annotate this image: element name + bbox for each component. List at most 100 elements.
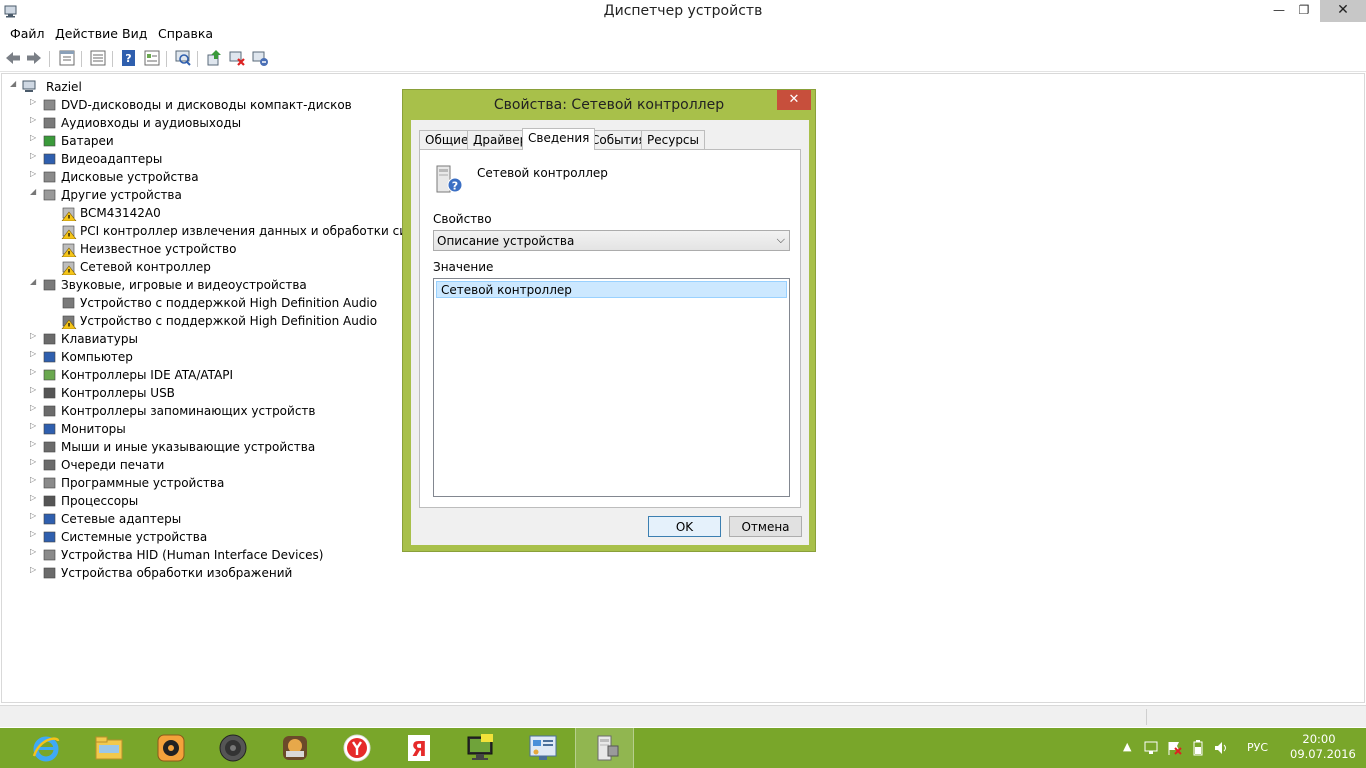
expand-arrow-icon[interactable]: ▷ xyxy=(30,475,40,484)
language-indicator[interactable]: РУС xyxy=(1247,741,1268,754)
tree-item-label: Контроллеры USB xyxy=(61,386,175,400)
window-title: Диспетчер устройств xyxy=(603,3,763,19)
collapse-arrow-icon[interactable]: ◢ xyxy=(10,79,20,88)
expand-arrow-icon[interactable]: ▷ xyxy=(30,133,40,142)
tree-item-label: Контроллеры IDE ATA/ATAPI xyxy=(61,368,234,382)
dialog-body: Общие Драйвер Сведения События Ресурсы ?… xyxy=(411,120,809,545)
dialog-close-button[interactable]: ✕ xyxy=(777,90,811,110)
expand-arrow-icon[interactable]: ▷ xyxy=(30,547,40,556)
media-player-icon xyxy=(157,734,185,762)
collapse-arrow-icon[interactable]: ◢ xyxy=(30,277,40,286)
expand-arrow-icon[interactable]: ▷ xyxy=(30,349,40,358)
computer-icon xyxy=(22,80,36,92)
value-list[interactable]: Сетевой контроллер xyxy=(433,278,790,497)
expand-arrow-icon[interactable]: ▷ xyxy=(30,529,40,538)
printer-icon xyxy=(43,459,56,471)
taskbar-monitor-app[interactable] xyxy=(451,728,510,768)
expand-arrow-icon[interactable]: ▷ xyxy=(30,97,40,106)
forward-icon[interactable] xyxy=(25,49,43,67)
taskbar-yandex[interactable]: Я xyxy=(389,728,448,768)
computer-icon xyxy=(43,351,56,363)
mouse-icon xyxy=(43,441,56,453)
expand-arrow-icon[interactable]: ▷ xyxy=(30,151,40,160)
show-hide-icon[interactable] xyxy=(89,49,107,67)
collapse-arrow-icon[interactable]: ◢ xyxy=(30,187,40,196)
device-manager-icon xyxy=(597,735,619,761)
tab-resources[interactable]: Ресурсы xyxy=(641,130,706,149)
back-icon[interactable] xyxy=(4,49,22,67)
svg-text:?: ? xyxy=(125,52,131,65)
warning-speaker-icon xyxy=(61,315,77,329)
menu-view[interactable]: Вид xyxy=(122,26,147,41)
expand-arrow-icon[interactable]: ▷ xyxy=(30,421,40,430)
taskbar-control-panel[interactable] xyxy=(513,728,572,768)
expand-arrow-icon[interactable]: ▷ xyxy=(30,115,40,124)
tree-item-label: Другие устройства xyxy=(61,188,182,202)
hid-icon xyxy=(43,549,56,561)
system-device-icon xyxy=(43,531,56,543)
speaker-icon xyxy=(62,297,75,309)
tree-item-label: DVD-дисководы и дисководы компакт-дисков xyxy=(61,98,352,112)
flag-tray-icon[interactable] xyxy=(1166,740,1182,756)
list-item[interactable]: Сетевой контроллер xyxy=(436,281,787,298)
tree-item-label: Аудиовходы и аудиовыходы xyxy=(61,116,242,130)
monitor-icon xyxy=(43,423,56,435)
ok-button[interactable]: OK xyxy=(648,516,721,537)
menu-help[interactable]: Справка xyxy=(158,26,213,41)
menu-action[interactable]: Действие xyxy=(55,26,118,41)
warning-device-icon xyxy=(61,207,77,221)
clock[interactable]: 20:00 09.07.2016 xyxy=(1290,732,1356,762)
expand-arrow-icon[interactable]: ▷ xyxy=(30,493,40,502)
minimize-button[interactable]: — xyxy=(1266,0,1292,22)
tree-item-label: BCM43142A0 xyxy=(80,206,161,220)
tray-expand-icon[interactable]: ▲ xyxy=(1123,740,1131,753)
expand-arrow-icon[interactable]: ▷ xyxy=(30,169,40,178)
maximize-button[interactable]: ❐ xyxy=(1291,0,1317,22)
taskbar-media-player[interactable] xyxy=(141,728,200,768)
update-driver-icon[interactable] xyxy=(205,49,223,67)
tree-item-label: Видеоадаптеры xyxy=(61,152,163,166)
tree-item-label: Мыши и иные указывающие устройства xyxy=(61,440,316,454)
taskbar-device-manager[interactable] xyxy=(575,728,634,768)
close-button[interactable]: ✕ xyxy=(1320,0,1366,22)
expand-arrow-icon[interactable]: ▷ xyxy=(30,385,40,394)
expand-arrow-icon[interactable]: ▷ xyxy=(30,331,40,340)
help-icon[interactable]: ? xyxy=(120,49,138,67)
expand-arrow-icon[interactable]: ▷ xyxy=(30,403,40,412)
svg-text:Я: Я xyxy=(411,737,426,761)
taskbar-yandex-browser[interactable] xyxy=(327,728,386,768)
expand-arrow-icon[interactable]: ▷ xyxy=(30,439,40,448)
usb-icon xyxy=(43,387,56,399)
uninstall-icon[interactable] xyxy=(251,49,269,67)
properties-icon[interactable] xyxy=(58,49,76,67)
battery-tray-icon[interactable] xyxy=(1190,740,1206,756)
volume-tray-icon[interactable] xyxy=(1213,740,1229,756)
taskbar-doc-viewer[interactable] xyxy=(265,728,324,768)
menu-file[interactable]: Файл xyxy=(10,26,45,41)
taskbar-ie[interactable] xyxy=(16,728,75,768)
expand-arrow-icon[interactable]: ▷ xyxy=(30,565,40,574)
device-name: Сетевой контроллер xyxy=(477,166,608,180)
taskbar-explorer[interactable] xyxy=(79,728,138,768)
warning-device-icon xyxy=(61,261,77,275)
taskbar-speaker-app[interactable] xyxy=(203,728,262,768)
disable-device-icon[interactable] xyxy=(228,49,246,67)
network-tray-icon[interactable] xyxy=(1143,740,1159,756)
tab-details[interactable]: Сведения xyxy=(522,128,596,150)
property-select[interactable]: Описание устройства ⌵ xyxy=(433,230,790,251)
processor-icon xyxy=(43,495,56,507)
expand-arrow-icon[interactable]: ▷ xyxy=(30,367,40,376)
expand-arrow-icon[interactable]: ▷ xyxy=(30,511,40,520)
software-device-icon xyxy=(43,477,56,489)
view-icon[interactable] xyxy=(143,49,161,67)
expand-arrow-icon[interactable]: ▷ xyxy=(30,457,40,466)
scan-icon[interactable] xyxy=(174,49,192,67)
tree-item-label: Мониторы xyxy=(61,422,126,436)
tree-item-label: Сетевой контроллер xyxy=(80,260,211,274)
cancel-button[interactable]: Отмена xyxy=(729,516,802,537)
warning-device-icon xyxy=(61,225,77,239)
yandex-browser-icon xyxy=(343,734,371,762)
explorer-icon xyxy=(95,736,123,760)
properties-dialog: Свойства: Сетевой контроллер ✕ Общие Дра… xyxy=(402,89,816,552)
unknown-device-icon: ? xyxy=(436,165,463,193)
